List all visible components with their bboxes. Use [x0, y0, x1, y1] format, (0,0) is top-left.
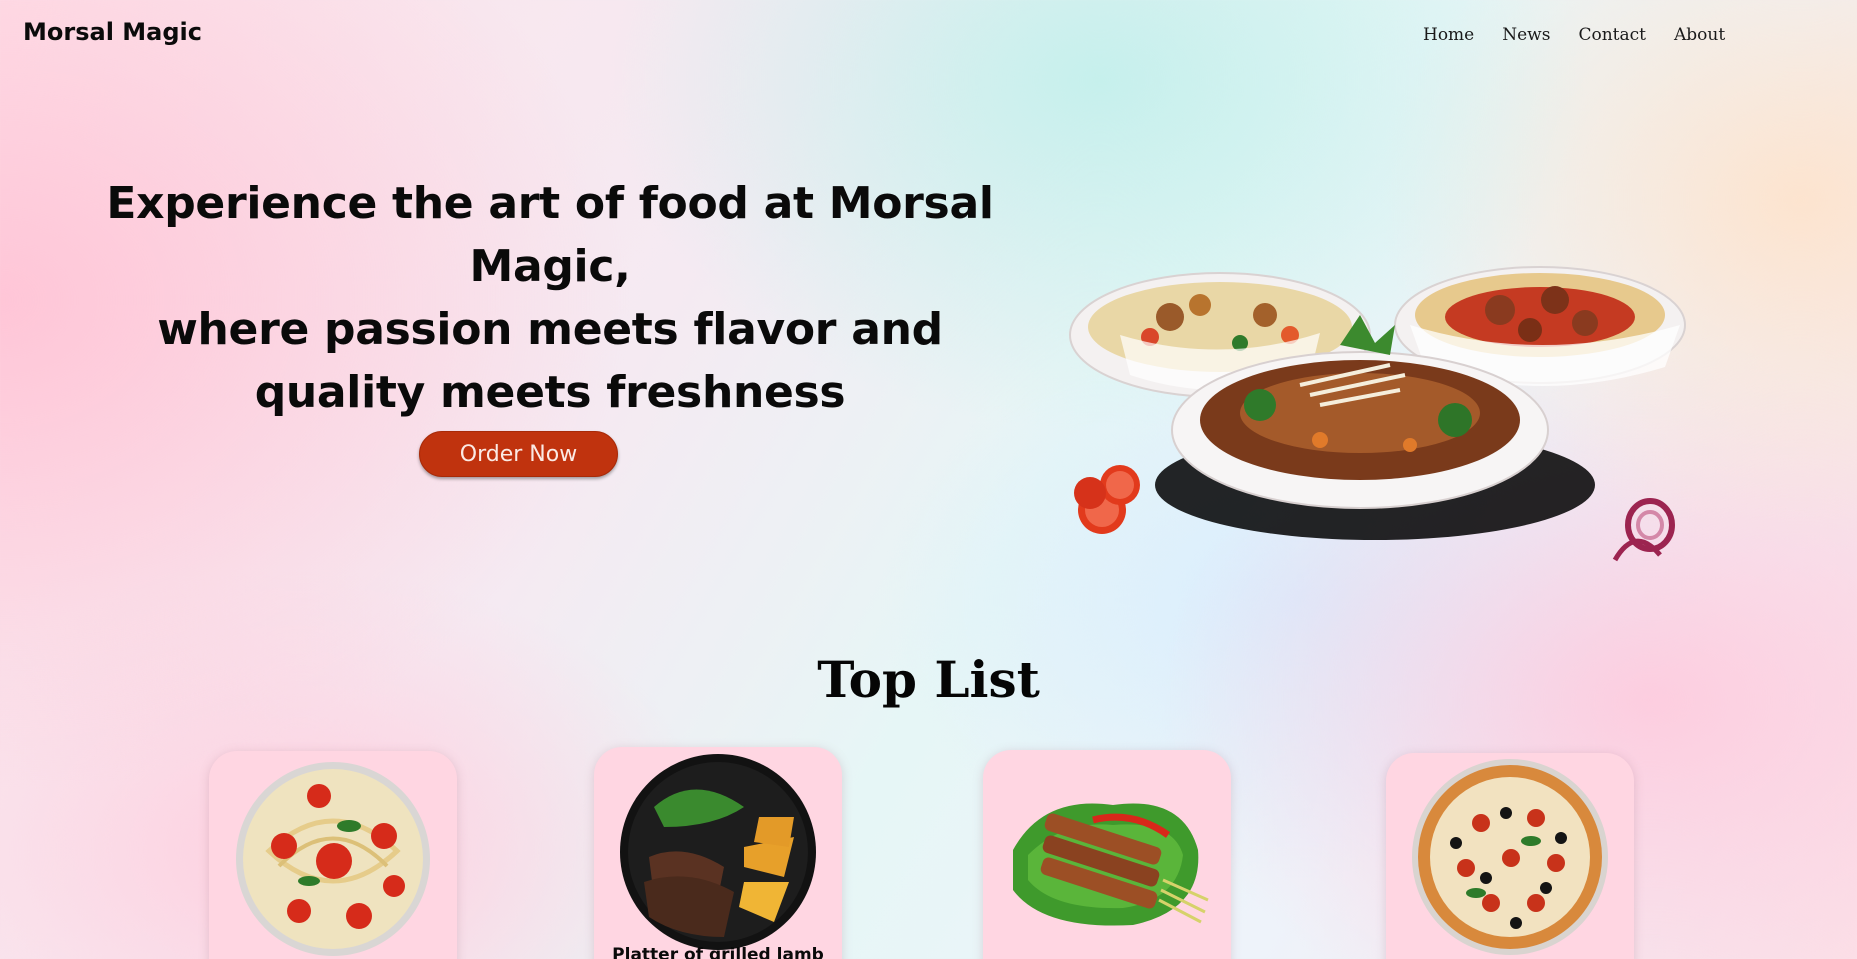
- top-list-card[interactable]: [1386, 753, 1634, 959]
- brand-logo-text[interactable]: Morsal Magic: [23, 18, 202, 46]
- top-list-card[interactable]: [209, 751, 457, 959]
- hero-title-line-3: quality meets freshness: [254, 367, 846, 418]
- hero-title: Experience the art of food at Morsal Mag…: [50, 172, 1050, 424]
- card-caption: Platter of grilled lamb: [612, 945, 824, 959]
- tomato-slices-image: [1074, 465, 1140, 534]
- top-list-card[interactable]: Platter of grilled lamb: [594, 747, 842, 959]
- top-list-card[interactable]: [983, 750, 1231, 959]
- main-nav: Home News Contact About: [1423, 25, 1753, 45]
- kebab-skewers-image: [1013, 803, 1209, 926]
- top-list-title: Top List: [817, 650, 1040, 709]
- nav-link-contact[interactable]: Contact: [1578, 25, 1646, 45]
- nav-link-news[interactable]: News: [1502, 25, 1550, 45]
- order-now-button[interactable]: Order Now: [419, 431, 618, 477]
- nav-link-about[interactable]: About: [1674, 25, 1725, 45]
- hero-title-line-2: where passion meets flavor and: [157, 304, 943, 355]
- spaghetti-dish-image: [236, 762, 430, 956]
- hero-food-illustration: [1069, 266, 1686, 562]
- nav-link-home[interactable]: Home: [1423, 25, 1474, 45]
- grilled-lamb-dish-image: [620, 754, 816, 950]
- pizza-image: [1412, 759, 1608, 955]
- hero-title-line-1: Experience the art of food at Morsal Mag…: [106, 178, 994, 292]
- onion-ring-image: [1612, 498, 1675, 562]
